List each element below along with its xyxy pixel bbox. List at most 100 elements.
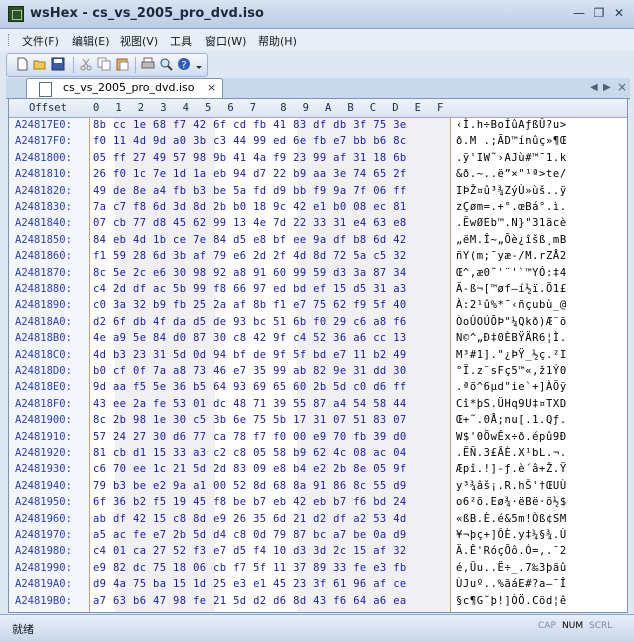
ascii-text[interactable]: ‹Ì.h÷BoÍûAƒßÛ?u> xyxy=(456,119,567,131)
hex-bytes[interactable]: 4e a9 5e 84 d0 87 30 c8 42 9f c4 52 36 a… xyxy=(93,332,407,344)
ascii-text[interactable]: .ÿ'IW˜›AJù#™¯1.k xyxy=(456,152,567,164)
ascii-text[interactable]: Æpî.!]-ƒ.è´â+Ž.Ÿ xyxy=(456,463,567,475)
hex-bytes[interactable]: e9 82 dc 75 18 06 cb f7 5f 11 37 89 33 f… xyxy=(93,562,407,574)
ascii-text[interactable]: o6²õ.Eø¾·ëBë·ö½$ xyxy=(456,496,567,508)
menu-file[interactable]: 文件(F) xyxy=(22,33,59,49)
ascii-text[interactable]: y³¾âš¡.R.hŠ'†ŒUÙ xyxy=(456,480,567,492)
open-folder-icon[interactable] xyxy=(33,57,47,71)
ascii-text[interactable]: M³#1]."¿ÞŸ_½ç.²I xyxy=(456,349,567,361)
print-icon[interactable] xyxy=(141,57,155,71)
offset-header: Offset xyxy=(29,102,67,114)
ascii-text[interactable]: „ëM.Î~„Õè¿îšß¸mB xyxy=(456,234,567,246)
hex-editor[interactable]: Offset 0 1 2 3 4 5 6 7 8 9 A B C D E F A24817E0: 8b cc 1… xyxy=(8,98,628,613)
hex-bytes[interactable]: a7 63 b6 47 98 fe 21 5d d2 d6 8d 43 f6 6… xyxy=(93,595,407,607)
hex-bytes[interactable]: b0 cf 0f 7a a8 73 46 e7 35 99 ab 82 9e 3… xyxy=(93,365,407,377)
hex-row: A2481900: 8c 2b 98 1e 30 c5 3b 6e 75 5b 1… xyxy=(9,413,627,429)
save-icon[interactable] xyxy=(51,57,65,71)
ascii-text[interactable]: W$'0ÖwÊx÷ð.épû9Ð xyxy=(456,431,567,443)
row-offset: A2481890: xyxy=(15,299,72,312)
hex-bytes[interactable]: 9d aa f5 5e 36 b5 64 93 69 65 60 2b 5d c… xyxy=(93,381,407,393)
toolbar-separator xyxy=(73,57,74,73)
hex-bytes[interactable]: 43 ee 2a fe 53 01 dc 48 71 39 55 87 a4 5… xyxy=(93,398,407,410)
menu-window[interactable]: 窗口(W) xyxy=(205,33,246,49)
hex-bytes[interactable]: 07 cb 77 d8 45 62 99 13 4e 7d 22 33 31 e… xyxy=(93,217,407,229)
ascii-text[interactable]: Œ^,æ0˜'¨'`™YÓ:‡4 xyxy=(456,267,567,279)
menu-view[interactable]: 视图(V) xyxy=(120,33,158,49)
row-offset: A2481870: xyxy=(15,266,72,279)
hex-bytes[interactable]: a5 ac fe e7 2b 5d d4 c8 0d 79 87 bc a7 b… xyxy=(93,529,407,541)
close-button[interactable]: ✕ xyxy=(610,5,628,21)
ascii-text[interactable]: Ä.Ê'RóçÕô.Ó=,.¯2 xyxy=(456,545,567,557)
hex-bytes[interactable]: ab df 42 15 c8 8d e9 26 35 6d 21 d2 df a… xyxy=(93,513,407,525)
help-icon[interactable]: ? xyxy=(177,57,191,71)
hex-bytes[interactable]: 8b cc 1e 68 f7 42 6f cd fb 41 83 df db 3… xyxy=(93,119,407,131)
tab-next-icon[interactable]: ▶ xyxy=(603,82,611,93)
hex-bytes[interactable]: c4 01 ca 27 52 f3 e7 d5 f4 10 d3 3d 2c 1… xyxy=(93,545,407,557)
hex-bytes[interactable]: 8c 5e 2c e6 30 98 92 a8 91 60 99 59 d3 3… xyxy=(93,267,407,279)
hex-bytes[interactable]: c6 70 ee 1c 21 5d 2d 83 09 e8 b4 e2 2b 8… xyxy=(93,463,407,475)
hex-bytes[interactable]: 7a c7 f8 6d 3d 8d 2b b0 18 9c 42 e1 b0 0… xyxy=(93,201,407,213)
column-label: E xyxy=(414,102,421,114)
menu-edit[interactable]: 编辑(E) xyxy=(72,33,110,49)
paste-icon[interactable] xyxy=(115,57,129,71)
ascii-text[interactable]: ñY(m;¯yæ-/M.rZÅ2 xyxy=(456,250,567,262)
tab-document[interactable]: cs_vs_2005_pro_dvd.iso × xyxy=(26,78,223,99)
hex-bytes[interactable]: 84 eb 4d 1b ce 7e 84 d5 e8 bf ee 9a df b… xyxy=(93,234,407,246)
hex-bytes[interactable]: c4 2d df ac 5b 99 f8 66 97 ed bd ef 15 d… xyxy=(93,283,407,295)
hex-bytes[interactable]: 79 b3 be e2 9a a1 00 52 8d 68 8a 91 86 8… xyxy=(93,480,407,492)
ascii-text[interactable]: .ËwØEb™.N}"31äcè xyxy=(456,217,567,229)
ascii-text[interactable]: §c¶G˜þ!]ÒÖ.Cöd¦ê xyxy=(456,595,567,607)
hex-row: A2481890: c0 3a 32 b9 fb 25 2a af 8b f1 e… xyxy=(9,298,627,314)
ascii-text[interactable]: .ËÑ.3£ÂÈ.X¹bL.¬. xyxy=(456,447,567,459)
hex-bytes[interactable]: c0 3a 32 b9 fb 25 2a af 8b f1 e7 75 62 f… xyxy=(93,299,407,311)
menu-grip[interactable] xyxy=(8,34,12,46)
restore-button[interactable]: ❐ xyxy=(590,5,608,21)
hex-bytes[interactable]: d2 6f db 4f da d5 de 93 bc 51 6b f0 29 c… xyxy=(93,316,407,328)
hex-bytes[interactable]: 49 de 8e a4 fb b3 be 5a fd d9 bb f9 9a 7… xyxy=(93,185,407,197)
toolbar-options-icon[interactable] xyxy=(195,57,203,71)
ascii-text[interactable]: ÙJuº..%ãáE#?a–¯Î xyxy=(456,578,567,590)
hex-bytes[interactable]: 6f 36 b2 f5 19 45 f8 be b7 eb 42 eb b7 f… xyxy=(93,496,407,508)
close-all-icon[interactable]: × xyxy=(617,80,627,94)
hex-bytes[interactable]: 81 cb d1 15 33 a3 c2 c8 05 58 b9 62 4c 0… xyxy=(93,447,407,459)
ascii-text[interactable]: À:2¹û%*¯‹ñçubù_@ xyxy=(456,299,567,311)
ascii-text[interactable]: Cî*þS.ÜHq9U‡¤TXD xyxy=(456,398,567,410)
column-label: 4 xyxy=(182,102,189,114)
ascii-text[interactable]: Œ+˜.0Å;nu[.1.Qƒ. xyxy=(456,414,567,426)
hex-row: A2481820: 49 de 8e a4 fb b3 be 5a fd d9 b… xyxy=(9,184,627,200)
ascii-text[interactable]: ÒoÛOÚÕÞ"¼Qkð)Æ¨ö xyxy=(456,316,567,328)
hex-bytes[interactable]: 8c 2b 98 1e 30 c5 3b 6e 75 5b 17 31 07 5… xyxy=(93,414,407,426)
row-offset: A2481800: xyxy=(15,151,72,164)
ascii-text[interactable]: °Ï.z¨sFç5™«‚ž1Ý0 xyxy=(456,365,567,377)
copy-icon[interactable] xyxy=(97,57,111,71)
hex-bytes[interactable]: 26 f0 1c 7e 1d 1a eb 94 d7 22 b9 aa 3e 7… xyxy=(93,168,407,180)
ascii-text[interactable]: Ä-ß¬[™øf—í½ï.Õ1£ xyxy=(456,283,567,295)
hex-bytes[interactable]: d9 4a 75 ba 15 1d 25 e3 e1 45 23 3f 61 9… xyxy=(93,578,407,590)
ascii-text[interactable]: ¥¬þç+]ÔÈ.y‡¼§¾.Ù xyxy=(456,529,567,541)
hex-bytes[interactable]: f1 59 28 6d 3b af 79 e6 2d 2f 4d 8d 72 5… xyxy=(93,250,407,262)
ascii-text[interactable]: .ªõ^6µd"ie`+]ÀÖÿ xyxy=(456,381,567,393)
tab-close-icon[interactable]: × xyxy=(207,81,216,94)
ascii-text[interactable]: N©^„Ð‡0ÈBŸÄR6¦Ì. xyxy=(456,332,567,344)
row-offset: A2481970: xyxy=(15,529,72,541)
ascii-text[interactable]: &ð.~..ë”×"¹ª>te/ xyxy=(456,168,567,180)
new-file-icon[interactable] xyxy=(15,57,29,71)
ascii-text[interactable]: «ßB.È.é&5m!Òß¢SM xyxy=(456,513,567,525)
tab-prev-icon[interactable]: ◀ xyxy=(590,82,598,93)
toolbar-separator xyxy=(135,57,136,73)
ascii-text[interactable]: IÞŽ¤û³¾ZýÙ»ùš..ÿ xyxy=(456,185,567,197)
search-icon[interactable] xyxy=(159,57,173,71)
ascii-text[interactable]: zÇøm=.+°.œBá°.ì. xyxy=(456,201,567,213)
menu-help[interactable]: 帮助(H) xyxy=(258,33,297,49)
hex-bytes[interactable]: f0 11 4d 9d a0 3b c3 44 99 ed 6e fb e7 b… xyxy=(93,135,407,147)
hex-bytes[interactable]: 4d b3 23 31 5d 0d 94 bf de 9f 5f bd e7 1… xyxy=(93,349,407,361)
ascii-text[interactable]: é‚Üu..Ë÷_.7‰3þãû xyxy=(456,562,567,574)
menu-tools[interactable]: 工具 xyxy=(170,33,192,49)
ascii-text[interactable]: ð.M .;ÃD™ínûç»¶Œ xyxy=(456,135,567,147)
hex-bytes[interactable]: 57 24 27 30 d6 77 ca 78 f7 f0 00 e9 70 f… xyxy=(93,431,407,443)
column-label: 2 xyxy=(137,102,145,114)
cut-icon[interactable] xyxy=(79,57,93,71)
hex-bytes[interactable]: 05 ff 27 49 57 98 9b 41 4a f9 23 99 af 3… xyxy=(93,152,407,164)
minimize-button[interactable]: — xyxy=(570,5,588,21)
row-offset: A24818B0: xyxy=(15,332,72,345)
